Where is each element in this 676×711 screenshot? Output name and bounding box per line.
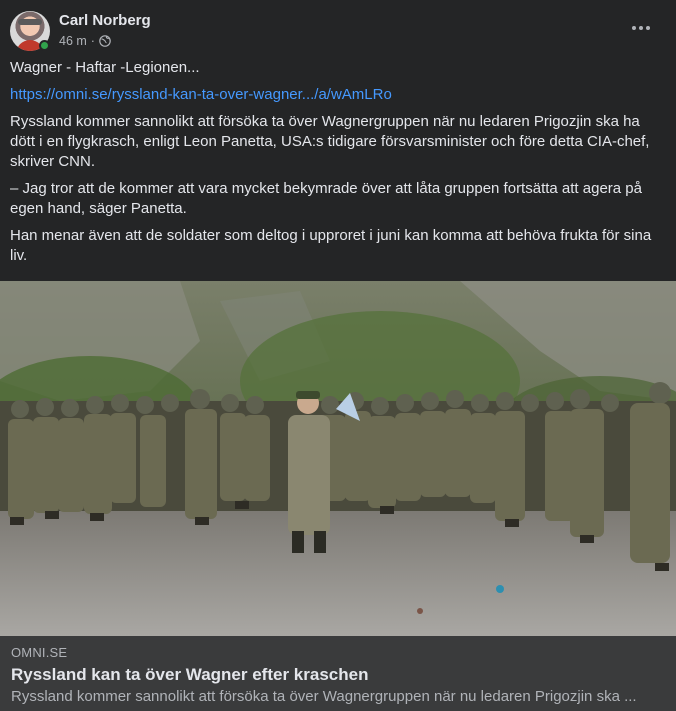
- post-meta: 46 m ·: [59, 34, 111, 48]
- globe-icon[interactable]: [99, 35, 111, 47]
- post-header: Carl Norberg 46 m ·: [10, 10, 666, 54]
- post-line-1: Wagner - Haftar -Legionen...: [10, 59, 200, 76]
- link-preview-image[interactable]: [0, 281, 676, 636]
- post-link[interactable]: https://omni.se/ryssland-kan-ta-over-wag…: [10, 86, 392, 103]
- post-body: Wagner - Haftar -Legionen... https://omn…: [10, 58, 662, 273]
- meta-separator: ·: [90, 34, 95, 48]
- author-name[interactable]: Carl Norberg: [59, 12, 151, 29]
- preview-domain: OMNI.SE: [11, 645, 68, 660]
- post-paragraph-1: Ryssland kommer sannolikt att försöka ta…: [10, 113, 650, 170]
- dot-icon: [646, 26, 650, 30]
- post-timestamp[interactable]: 46 m: [59, 34, 87, 48]
- preview-description: Ryssland kommer sannolikt att försöka ta…: [11, 688, 637, 705]
- more-options-button[interactable]: [626, 16, 656, 40]
- link-preview-card[interactable]: OMNI.SE Ryssland kan ta över Wagner efte…: [0, 636, 676, 711]
- online-status-icon: [39, 40, 50, 51]
- soldiers-photo: [0, 281, 676, 636]
- preview-title[interactable]: Ryssland kan ta över Wagner efter krasch…: [11, 665, 368, 685]
- dot-icon: [639, 26, 643, 30]
- post-paragraph-2: – Jag tror att de kommer att vara mycket…: [10, 180, 642, 217]
- post-paragraph-3: Han menar även att de soldater som delto…: [10, 227, 652, 264]
- facebook-post: Carl Norberg 46 m · Wagner - Haftar -Leg…: [0, 0, 676, 711]
- dot-icon: [632, 26, 636, 30]
